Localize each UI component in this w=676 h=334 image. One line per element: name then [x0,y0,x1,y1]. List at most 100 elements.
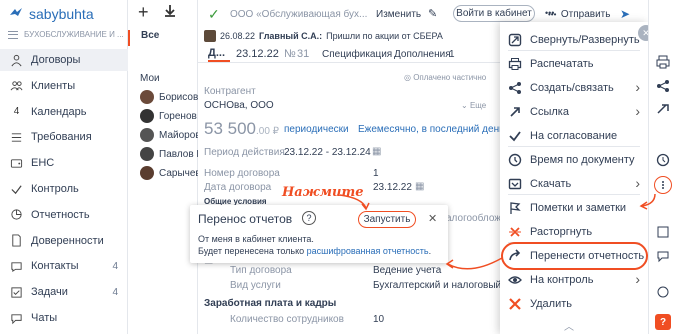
pencil-icon[interactable]: ✎ [428,7,437,20]
contract-number-value[interactable]: 1 [373,168,379,179]
close-icon[interactable]: ✕ [428,212,437,225]
contacts-icon [10,260,23,273]
rail-chat-icon[interactable] [655,248,671,264]
menu-item-collapse[interactable]: Свернуть/Развернуть [500,28,648,52]
menu-item-flag[interactable]: Пометки и заметки [500,196,648,220]
tab-specification[interactable]: Спецификация [322,49,392,60]
menu-icon[interactable] [8,30,18,39]
sidebar: sabybuhta БУХОБСЛУЖИВАНИЕ И ... Договоры… [0,0,128,334]
clock-icon [508,153,522,167]
paid-status: ◎ Оплачено частично [404,73,487,82]
decrypted-reports-link[interactable]: расшифрованная отчетность [307,246,429,256]
terminate-icon [508,225,522,239]
list-item[interactable]: Сарычев [140,165,200,181]
periodic-detail[interactable]: Ежемесячно, в последний день ме [358,124,520,135]
doc-date[interactable]: 23.12.22 [236,48,279,60]
send-button[interactable]: ••• Отправить [548,9,610,20]
rail-note-icon[interactable] [655,224,671,240]
sidebar-item-6[interactable]: Отчетность [0,204,128,226]
filter-all[interactable]: Все [128,30,198,46]
actions-dropdown: ✕ Свернуть/Развернуть Распечатать Создать/… [500,22,654,334]
sidebar-item-0[interactable]: Договоры [0,49,128,71]
sidebar-item-label: Требования [31,131,92,144]
sidebar-item-3[interactable]: Требования [0,126,128,148]
enter-cabinet-button[interactable]: Войти в кабинет [453,5,535,22]
check-icon[interactable]: ✓ [208,6,220,23]
control-icon [10,183,23,196]
staff-value[interactable]: 10 [373,314,384,325]
organization-name[interactable]: ООО «Обслуживающая бух... [230,9,367,20]
event-text: Пришли по акции от СБЕРА [326,31,443,41]
rail-print-icon[interactable] [655,54,671,70]
rail-help-icon[interactable]: ? [655,314,671,330]
list-item[interactable]: Борисов [140,89,200,105]
menu-divider [508,146,640,147]
list-item[interactable]: Павлов В [140,146,200,162]
service-type-value[interactable]: Ведение учета [373,265,441,276]
popup-line2-end: . [428,246,432,256]
more-link[interactable]: ⌄ Еще [461,101,486,110]
person-name: Борисов [159,91,199,103]
sidebar-item-label: Отчетность [31,208,90,221]
menu-item-download[interactable]: Скачать › [500,172,648,196]
start-button[interactable]: Запустить [358,211,416,228]
service-value[interactable]: Бухгалтерский и налоговый у [373,280,509,291]
doc-number[interactable]: 31 [297,48,309,60]
doc-number-label: № [284,48,296,60]
menu-item-terminate[interactable]: Расторгнуть [500,220,648,244]
download-icon[interactable] [163,4,177,21]
calendar-icon[interactable]: ▦ [372,146,381,157]
amount[interactable]: 53 500.00 ₽ [204,119,279,139]
rail-comment-icon[interactable] [655,284,671,300]
sidebar-item-4[interactable]: ЕНС [0,152,128,174]
menu-item-clock[interactable]: Время по документу [500,148,648,172]
list-item[interactable]: Горенов [140,108,200,124]
sidebar-item-9[interactable]: Задачи 4 [0,281,128,303]
avatar [140,109,154,123]
doc-type-tab[interactable]: Д... [208,47,225,59]
menu-item-share[interactable]: Ссылка › [500,100,648,124]
contract-date-value[interactable]: 23.12.22 [373,182,412,193]
tab-additions[interactable]: Дополнения [394,49,451,60]
contractor-name[interactable]: ОСНОва, ООО [204,100,274,111]
add-button[interactable]: + [138,2,149,23]
menu-item-link-create[interactable]: Создать/связать › [500,76,648,100]
sidebar-item-8[interactable]: Контакты 4 [0,255,128,277]
download-icon [508,177,522,191]
rail-more-icon[interactable] [654,176,672,194]
rail-link-icon[interactable] [655,102,671,118]
menu-item-label: Пометки и заметки [530,202,627,214]
menu-item-print[interactable]: Распечатать [500,52,648,76]
staff-label: Количество сотрудников [230,314,344,325]
menu-item-eye[interactable]: На контроль › [500,268,648,292]
sidebar-item-label: Задачи [31,286,68,299]
contractor-label: Контрагент [204,86,256,97]
help-icon[interactable]: ? [302,211,316,225]
sidebar-item-5[interactable]: Контроль [0,178,128,200]
sidebar-item-label: Доверенности [31,234,104,247]
calendar-icon-2[interactable]: ▦ [415,181,424,192]
dot-icon [662,184,664,186]
sidebar-item-2[interactable]: 4 Календарь [0,101,128,123]
brand-logo[interactable]: sabybuhta [8,6,94,22]
collapse-icon [508,33,522,47]
sidebar-item-1[interactable]: Клиенты [0,75,128,97]
scroll-down-icon[interactable]: ︿ [564,318,574,333]
company-switcher[interactable]: БУХОБСЛУЖИВАНИЕ И ... [8,30,124,39]
contract-date-label: Дата договора [204,182,272,193]
menu-item-delete[interactable]: Удалить [500,292,648,316]
rail-clock-icon[interactable] [655,152,671,168]
period-value[interactable]: 23.12.22 - 23.12.24 [284,147,371,158]
list-item[interactable]: Майоров [140,127,200,143]
sidebar-item-label: Договоры [31,54,81,66]
menu-item-approve[interactable]: На согласование [500,124,648,148]
edit-link[interactable]: Изменить [376,9,421,20]
sidebar-item-10[interactable]: Чаты [0,307,128,329]
periodic-link[interactable]: периодически [284,124,349,135]
rail-share-icon[interactable] [655,78,671,94]
sidebar-item-badge: 4 [112,286,118,298]
send-arrow-icon[interactable]: ➤ [620,7,630,21]
sidebar-item-7[interactable]: Доверенности [0,230,128,252]
person-name: Сарычев [159,167,200,179]
chevron-right-icon: › [635,271,640,287]
